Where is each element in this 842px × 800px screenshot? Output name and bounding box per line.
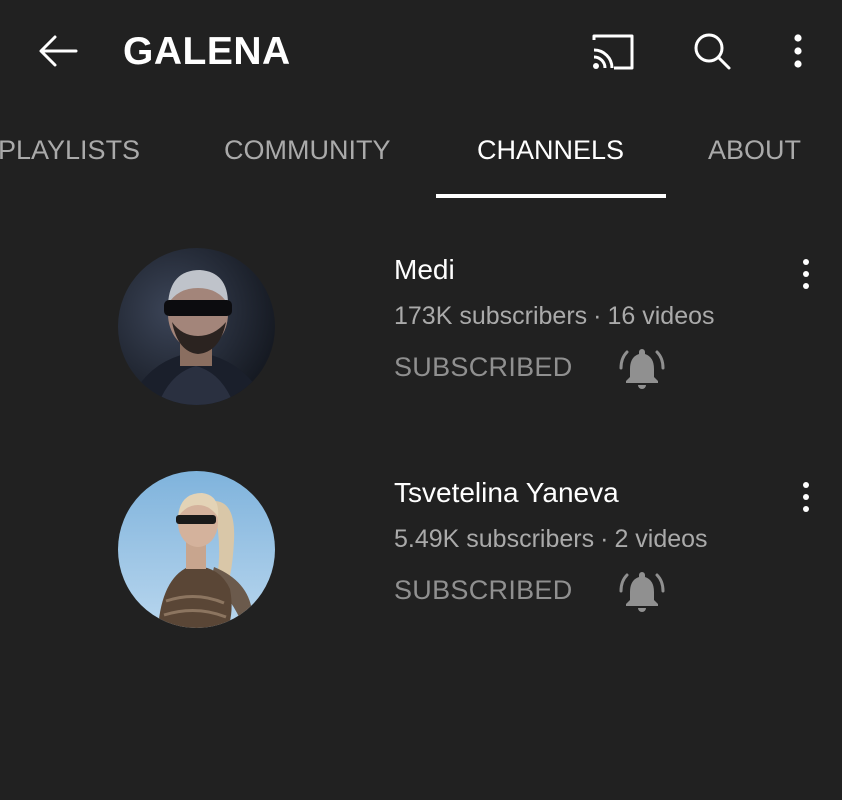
tab-channels[interactable]: CHANNELS bbox=[477, 132, 624, 168]
subscribed-button[interactable]: SUBSCRIBED bbox=[394, 349, 573, 385]
tab-playlists[interactable]: PLAYLISTS bbox=[0, 132, 140, 168]
channel-name[interactable]: Medi bbox=[394, 250, 455, 290]
more-options-button[interactable] bbox=[782, 28, 814, 76]
notification-bell-button[interactable] bbox=[618, 344, 666, 392]
channel-stats: 173K subscribers · 16 videos bbox=[394, 298, 715, 334]
channel-more-button[interactable] bbox=[790, 254, 822, 294]
channel-avatar[interactable] bbox=[118, 471, 275, 628]
video-count: 16 videos bbox=[607, 302, 715, 330]
channel-more-button[interactable] bbox=[790, 477, 822, 517]
channel-stats: 5.49K subscribers · 2 videos bbox=[394, 521, 708, 557]
tab-community[interactable]: COMMUNITY bbox=[224, 132, 390, 168]
search-button[interactable] bbox=[688, 28, 736, 76]
avatar-image bbox=[118, 248, 275, 405]
active-tab-indicator bbox=[436, 194, 666, 198]
video-count: 2 videos bbox=[614, 525, 708, 553]
notification-bell-icon bbox=[619, 572, 665, 612]
more-vertical-icon bbox=[803, 259, 809, 289]
subscriber-count: 173K subscribers bbox=[394, 302, 588, 330]
tab-about[interactable]: ABOUT bbox=[708, 132, 801, 168]
search-icon bbox=[694, 33, 731, 70]
avatar-image bbox=[118, 471, 275, 628]
channel-list-item[interactable]: Medi 173K subscribers · 16 videos SUBSCRIB… bbox=[0, 248, 842, 428]
more-vertical-icon bbox=[803, 482, 809, 512]
notification-bell-button[interactable] bbox=[618, 567, 666, 615]
channel-avatar[interactable] bbox=[118, 248, 275, 405]
separator-dot: · bbox=[593, 302, 602, 330]
top-app-bar: GALENA bbox=[0, 0, 842, 100]
cast-icon bbox=[592, 34, 634, 70]
arrow-back-icon bbox=[39, 35, 78, 67]
back-button[interactable] bbox=[34, 28, 82, 76]
channel-list-item[interactable]: Tsvetelina Yaneva 5.49K subscribers · 2 vi… bbox=[0, 471, 842, 651]
notification-bell-icon bbox=[619, 349, 665, 389]
subscriber-count: 5.49K subscribers bbox=[394, 525, 595, 553]
channel-tabs: PLAYLISTS COMMUNITY CHANNELS ABOUT bbox=[0, 100, 842, 200]
channel-name[interactable]: Tsvetelina Yaneva bbox=[394, 473, 619, 513]
cast-button[interactable] bbox=[588, 30, 638, 74]
subscribed-button[interactable]: SUBSCRIBED bbox=[394, 572, 573, 608]
separator-dot: · bbox=[600, 525, 609, 553]
page-title: GALENA bbox=[123, 30, 291, 73]
more-vertical-icon bbox=[794, 34, 802, 68]
